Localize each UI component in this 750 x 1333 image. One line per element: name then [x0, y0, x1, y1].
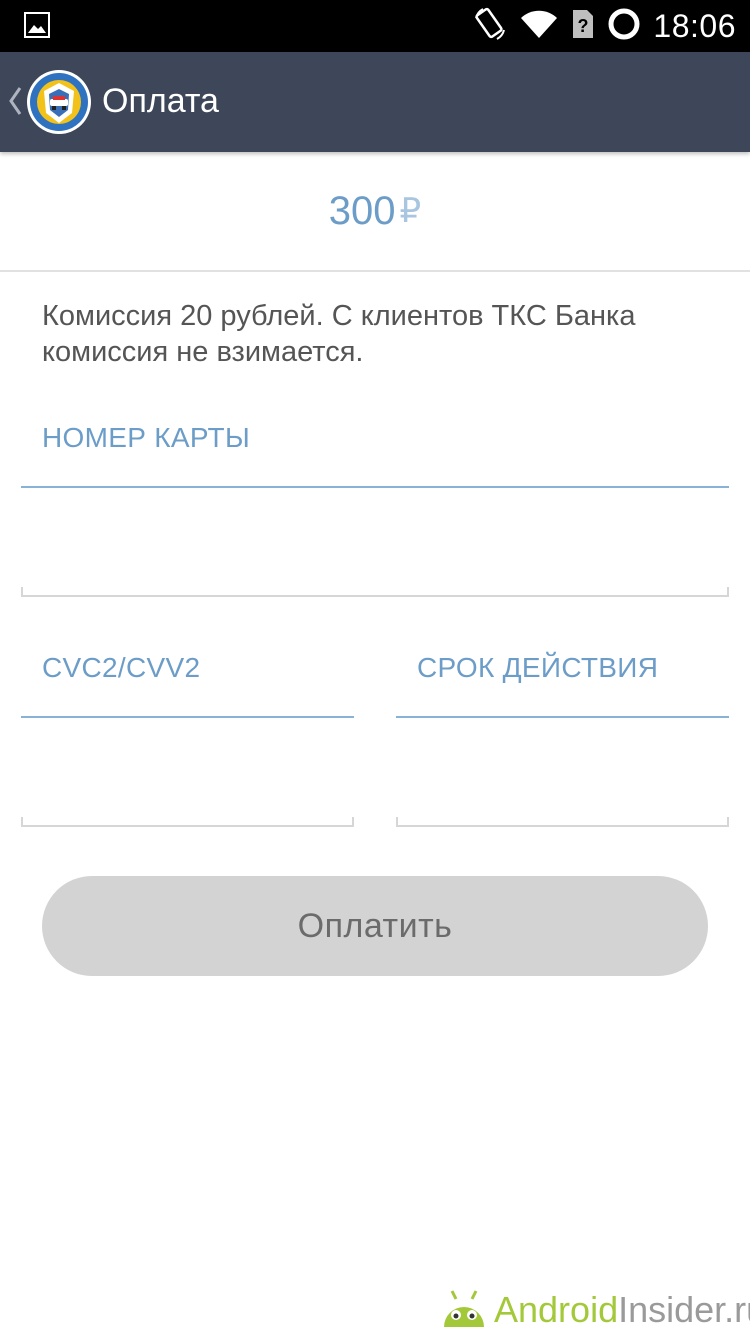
- commission-note: Комиссия 20 рублей. С клиентов ТКС Банка…: [42, 300, 636, 368]
- status-icons: ? 18:06: [473, 0, 736, 52]
- expiry-input[interactable]: [396, 717, 729, 825]
- status-time: 18:06: [653, 7, 736, 44]
- card-number-label: НОМЕР КАРТЫ: [42, 422, 251, 453]
- cvc-label: CVC2/CVV2: [42, 652, 201, 683]
- svg-text:?: ?: [578, 16, 589, 36]
- payment-screen: ? 18:06 Оплата 300 ₽ Комиссия 20 рублей.…: [0, 0, 750, 1333]
- card-number-input[interactable]: [21, 487, 729, 595]
- wifi-icon: [519, 8, 559, 45]
- action-bar: Оплата: [0, 52, 750, 152]
- page-title: Оплата: [102, 82, 219, 120]
- amount-row: 300 ₽: [0, 152, 750, 272]
- chevron-left-icon[interactable]: [8, 86, 22, 121]
- pay-button[interactable]: Оплатить: [42, 876, 708, 976]
- watermark-android-text: Android: [494, 1288, 619, 1330]
- expiry-label: СРОК ДЕЙСТВИЯ: [417, 652, 659, 683]
- amount-value: 300: [328, 188, 396, 233]
- watermark-insider-text: Insider.ru: [618, 1288, 750, 1330]
- rotate-icon: [473, 6, 507, 47]
- cvc-input-box: [21, 717, 354, 827]
- currency-symbol: ₽: [399, 192, 422, 230]
- expiry-input-box: [396, 717, 729, 827]
- status-bar: ? 18:06: [0, 0, 750, 52]
- gibdd-emblem-icon[interactable]: [26, 69, 92, 140]
- watermark: Android Insider.ru: [440, 1286, 750, 1333]
- card-number-input-box: [21, 487, 729, 597]
- image-notification-icon: [24, 12, 50, 43]
- cvc-input[interactable]: [21, 717, 354, 825]
- android-robot-icon: [440, 1287, 494, 1332]
- no-sim-icon: ?: [571, 8, 595, 45]
- battery-ring-icon: [607, 7, 641, 46]
